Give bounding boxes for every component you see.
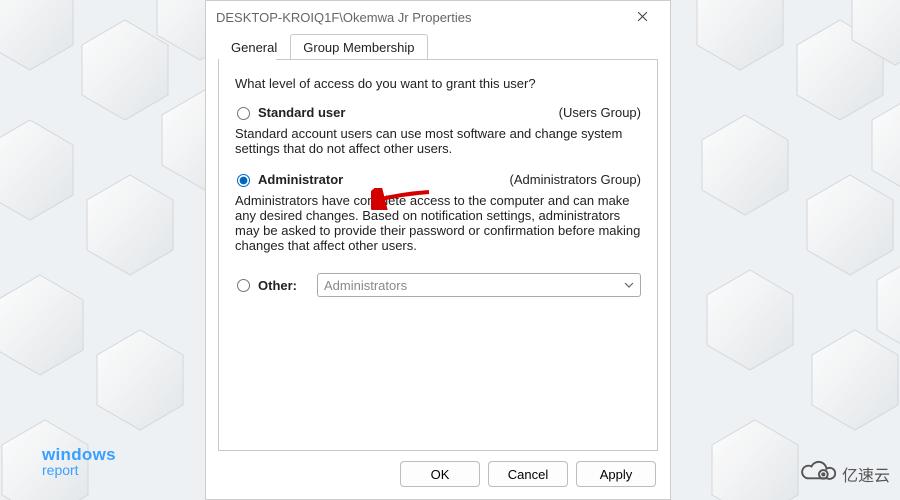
- option-other: Other: Administrators: [235, 273, 641, 297]
- watermark-right-text: 亿速云: [842, 462, 890, 486]
- apply-button[interactable]: Apply: [576, 461, 656, 487]
- chevron-down-icon: [624, 278, 634, 293]
- other-group-selected: Administrators: [324, 278, 407, 293]
- standard-user-desc: Standard account users can use most soft…: [235, 126, 641, 156]
- administrator-desc: Administrators have complete access to t…: [235, 193, 641, 253]
- tab-general[interactable]: General: [218, 34, 290, 60]
- radio-other[interactable]: [237, 279, 250, 292]
- window-title: DESKTOP-KROIQ1F\Okemwa Jr Properties: [216, 10, 472, 25]
- tabs-row: General Group Membership: [206, 33, 670, 59]
- other-label: Other:: [258, 278, 297, 293]
- option-standard: Standard user (Users Group) Standard acc…: [235, 105, 641, 156]
- cancel-button[interactable]: Cancel: [488, 461, 568, 487]
- group-membership-panel: What level of access do you want to gran…: [218, 59, 658, 451]
- option-administrator: Administrator (Administrators Group) Adm…: [235, 172, 641, 253]
- watermark-line2: report: [42, 462, 79, 478]
- close-icon: [637, 10, 648, 25]
- access-question: What level of access do you want to gran…: [235, 76, 641, 91]
- ok-button[interactable]: OK: [400, 461, 480, 487]
- administrator-group: (Administrators Group): [510, 172, 641, 187]
- administrator-label: Administrator: [258, 172, 343, 187]
- titlebar: DESKTOP-KROIQ1F\Okemwa Jr Properties: [206, 1, 670, 33]
- standard-user-group: (Users Group): [559, 105, 641, 120]
- dialog-button-row: OK Cancel Apply: [206, 451, 670, 499]
- radio-standard-user[interactable]: [237, 107, 250, 120]
- standard-user-label: Standard user: [258, 105, 345, 120]
- watermark-windows-report: windows report: [42, 445, 116, 478]
- cloud-icon: [798, 459, 836, 488]
- watermark-yisu: 亿速云: [798, 459, 890, 488]
- close-button[interactable]: [624, 1, 660, 33]
- radio-administrator[interactable]: [237, 174, 250, 187]
- other-group-dropdown[interactable]: Administrators: [317, 273, 641, 297]
- properties-dialog: DESKTOP-KROIQ1F\Okemwa Jr Properties Gen…: [205, 0, 671, 500]
- tab-group-membership[interactable]: Group Membership: [290, 34, 427, 60]
